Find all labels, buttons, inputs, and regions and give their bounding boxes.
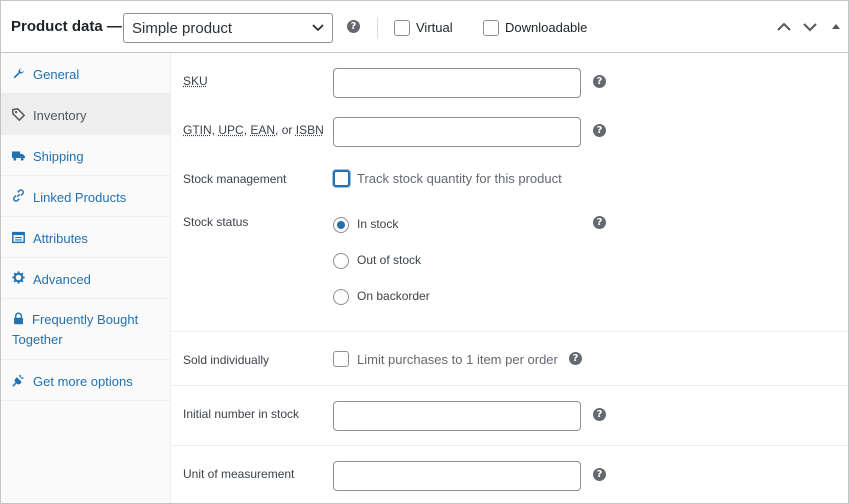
tab-shipping[interactable]: Shipping [1,135,170,176]
unit-of-measurement-label: Unit of measurement [183,467,295,481]
sold-individually-text: Limit purchases to 1 item per order [357,352,558,367]
tab-label: Frequently Bought Together [12,312,139,347]
stock-management-label: Stock management [183,172,287,186]
option-out-of-stock: Out of stock [357,253,422,267]
tab-advanced[interactable]: Advanced [1,258,170,299]
wrench-icon [13,68,24,79]
divider [171,331,848,332]
sold-individually-checkbox[interactable] [333,351,349,367]
tab-get-more-options[interactable]: Get more options [1,360,170,401]
virtual-label: Virtual [416,20,453,35]
tab-label: Shipping [33,149,84,164]
gear-icon [12,271,25,284]
inventory-panel: SKU ? GTIN, UPC, EAN, or ISBN ? Stock ma… [171,53,848,503]
sku-label: SKU [183,74,208,88]
radio-out-of-stock[interactable] [333,253,349,269]
product-data-header: Product data — Simple product ? Virtual … [1,1,848,53]
tab-label: Advanced [33,272,91,287]
tab-linked-products[interactable]: Linked Products [1,176,170,217]
collapse-toggle-icon[interactable] [827,18,845,36]
stock-status-label: Stock status [183,215,249,229]
plug-icon [12,374,24,387]
virtual-checkbox[interactable] [394,20,410,36]
product-type-select[interactable]: Simple product [123,13,333,43]
help-icon[interactable]: ? [593,408,606,421]
option-on-backorder: On backorder [357,289,430,303]
tab-frequently-bought-together[interactable]: Frequently Bought Together [1,299,170,360]
radio-in-stock[interactable] [333,217,349,233]
gtin-input[interactable] [333,117,581,147]
downloadable-label: Downloadable [505,20,588,35]
tab-label: Attributes [33,231,88,246]
product-type-value: Simple product [132,20,233,37]
move-down-icon[interactable] [801,18,819,36]
stock-management-text: Track stock quantity for this product [357,171,562,186]
gtin-label: GTIN, UPC, EAN, or ISBN [183,123,324,137]
divider [171,445,848,446]
tab-label: Inventory [33,108,87,123]
tab-label: Linked Products [33,190,127,205]
divider [171,385,848,386]
help-icon[interactable]: ? [593,468,606,481]
tab-general[interactable]: General [1,53,170,94]
help-icon[interactable]: ? [593,75,606,88]
help-icon[interactable]: ? [593,216,606,229]
downloadable-checkbox[interactable] [483,20,499,36]
help-icon[interactable]: ? [347,20,360,33]
link-icon [13,189,24,202]
panel-title: Product data — [11,18,122,35]
tab-label: General [33,67,80,82]
unit-of-measurement-input[interactable] [333,461,581,491]
truck-icon [12,151,25,161]
product-data-tabs: General Inventory Shipping Linked Produc… [1,53,171,503]
tab-inventory[interactable]: Inventory [1,94,170,135]
divider [377,17,378,39]
tab-label: Get more options [33,374,133,389]
initial-stock-input[interactable] [333,401,581,431]
radio-on-backorder[interactable] [333,289,349,305]
sku-input[interactable] [333,68,581,98]
table-icon [12,231,25,244]
help-icon[interactable]: ? [593,124,606,137]
initial-stock-label: Initial number in stock [183,407,300,421]
move-up-icon[interactable] [775,18,793,36]
chevron-down-icon [312,24,324,32]
tag-icon [12,108,25,121]
help-icon[interactable]: ? [569,352,582,365]
stock-management-checkbox[interactable] [333,170,350,187]
sold-individually-label: Sold individually [183,353,270,367]
product-data-panel: Product data — Simple product ? Virtual … [0,0,849,504]
tab-attributes[interactable]: Attributes [1,217,170,258]
option-in-stock: In stock [357,217,399,231]
